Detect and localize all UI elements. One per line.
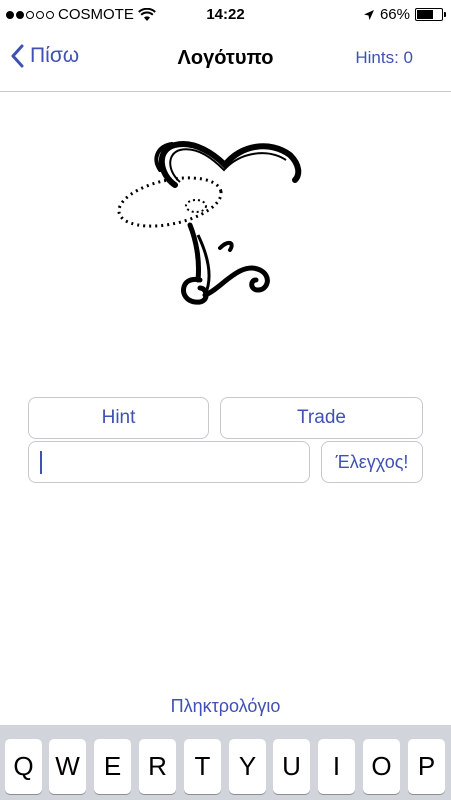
text-cursor (40, 451, 42, 474)
key[interactable]: U (273, 739, 310, 794)
status-bar: COSMOTE 14:22 66% (0, 0, 451, 30)
key[interactable]: P (408, 739, 445, 794)
key[interactable]: I (318, 739, 355, 794)
hint-button[interactable]: Hint (28, 397, 209, 439)
battery-fill (417, 10, 433, 19)
answer-input[interactable] (28, 441, 310, 483)
trade-button[interactable]: Trade (220, 397, 423, 439)
location-arrow-icon (363, 9, 374, 20)
keyboard-toggle-link[interactable]: Πληκτρολόγιο (0, 696, 451, 717)
navigation-bar: Πίσω Λογότυπο Hints: 0 (0, 30, 451, 92)
key[interactable]: O (363, 739, 400, 794)
key[interactable]: Y (229, 739, 266, 794)
battery-percent: 66% (379, 6, 410, 23)
hints-counter[interactable]: Hints: 0 (355, 48, 413, 68)
status-right: 66% (363, 6, 446, 23)
key[interactable]: T (184, 739, 221, 794)
key[interactable]: W (49, 739, 86, 794)
keyboard: Q W E R T Y U I O P (0, 725, 451, 800)
check-button[interactable]: Έλεγχος! (321, 441, 423, 483)
key[interactable]: E (94, 739, 131, 794)
key[interactable]: R (139, 739, 176, 794)
battery-icon (415, 8, 446, 21)
key[interactable]: Q (5, 739, 42, 794)
logo-image (100, 130, 320, 320)
